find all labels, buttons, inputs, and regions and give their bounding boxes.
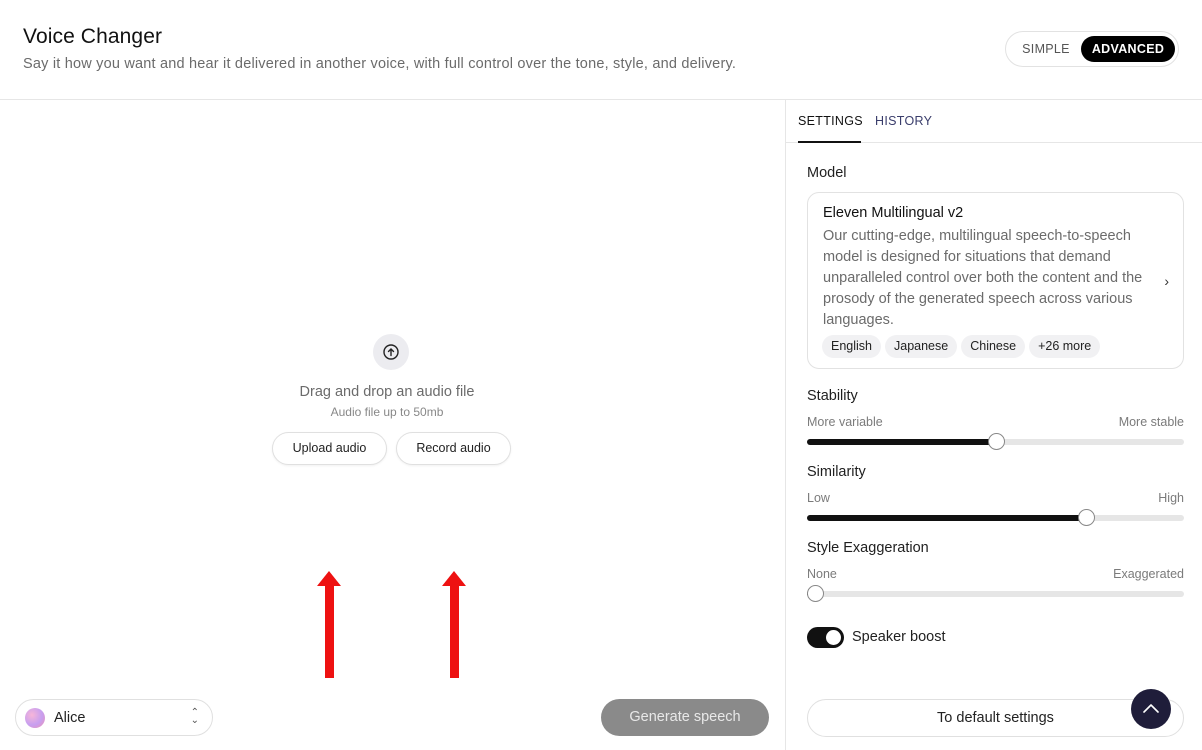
settings-panel: SETTINGS HISTORY Model Eleven Multilingu…	[786, 100, 1202, 750]
model-selector[interactable]: Eleven Multilingual v2 Our cutting-edge,…	[807, 192, 1184, 369]
stability-min-label: More variable	[807, 415, 883, 429]
language-tags: English Japanese Chinese +26 more	[822, 335, 1104, 358]
scroll-to-top-button[interactable]	[1131, 689, 1171, 729]
language-tag: Japanese	[885, 335, 958, 358]
stability-slider[interactable]	[807, 433, 1184, 450]
simple-mode-button[interactable]: SIMPLE	[1012, 36, 1080, 62]
voice-avatar	[25, 708, 45, 728]
style-min-label: None	[807, 567, 837, 581]
similarity-slider[interactable]	[807, 509, 1184, 526]
tab-settings[interactable]: SETTINGS	[798, 114, 863, 128]
model-name: Eleven Multilingual v2	[823, 205, 964, 221]
similarity-label: Similarity	[807, 464, 866, 480]
drop-instruction: Drag and drop an audio file	[299, 384, 475, 400]
voice-select[interactable]: Alice ⌃ ⌄	[15, 699, 213, 736]
generate-speech-button[interactable]: Generate speech	[601, 699, 769, 736]
panel-tabs: SETTINGS HISTORY	[786, 100, 1202, 143]
language-tag: Chinese	[961, 335, 1026, 358]
file-size-hint: Audio file up to 50mb	[330, 405, 444, 419]
stability-slider-thumb[interactable]	[987, 433, 1005, 450]
advanced-mode-button[interactable]: ADVANCED	[1081, 36, 1175, 62]
page-header: Voice Changer Say it how you want and he…	[0, 0, 1202, 100]
model-description: Our cutting-edge, multilingual speech-to…	[823, 228, 1143, 328]
upload-icon	[373, 334, 409, 370]
chevron-right-icon: ›	[1164, 273, 1169, 289]
style-exaggeration-slider[interactable]	[806, 585, 1184, 602]
voice-name: Alice	[54, 710, 86, 726]
stability-max-label: More stable	[1118, 415, 1184, 429]
similarity-slider-thumb[interactable]	[1077, 509, 1095, 526]
model-label: Model	[807, 165, 847, 181]
default-settings-button[interactable]: To default settings	[807, 699, 1184, 737]
chevron-updown-icon: ⌃ ⌄	[190, 707, 199, 726]
upload-audio-button[interactable]: Upload audio	[272, 432, 387, 465]
active-tab-indicator	[798, 141, 861, 143]
speaker-boost-toggle[interactable]	[807, 627, 844, 648]
style-slider-thumb[interactable]	[806, 585, 824, 602]
page-title: Voice Changer	[23, 25, 163, 48]
similarity-max-label: High	[1158, 491, 1184, 505]
tab-history[interactable]: HISTORY	[875, 114, 932, 128]
stability-label: Stability	[807, 388, 858, 404]
language-tag: English	[822, 335, 881, 358]
similarity-slider-fill	[807, 515, 1086, 521]
arrow-up-icon	[1143, 704, 1159, 713]
style-max-label: Exaggerated	[1113, 567, 1184, 581]
record-audio-button[interactable]: Record audio	[396, 432, 511, 465]
speaker-boost-label: Speaker boost	[852, 629, 946, 645]
similarity-min-label: Low	[807, 491, 830, 505]
mode-toggle: SIMPLE ADVANCED	[1005, 31, 1179, 67]
style-exaggeration-label: Style Exaggeration	[807, 540, 929, 556]
audio-drop-zone[interactable]: Drag and drop an audio file Audio file u…	[0, 100, 786, 750]
toggle-knob	[826, 630, 841, 645]
stability-slider-fill	[807, 439, 996, 445]
more-languages-tag: +26 more	[1029, 335, 1101, 358]
page-subtitle: Say it how you want and hear it delivere…	[23, 56, 737, 72]
